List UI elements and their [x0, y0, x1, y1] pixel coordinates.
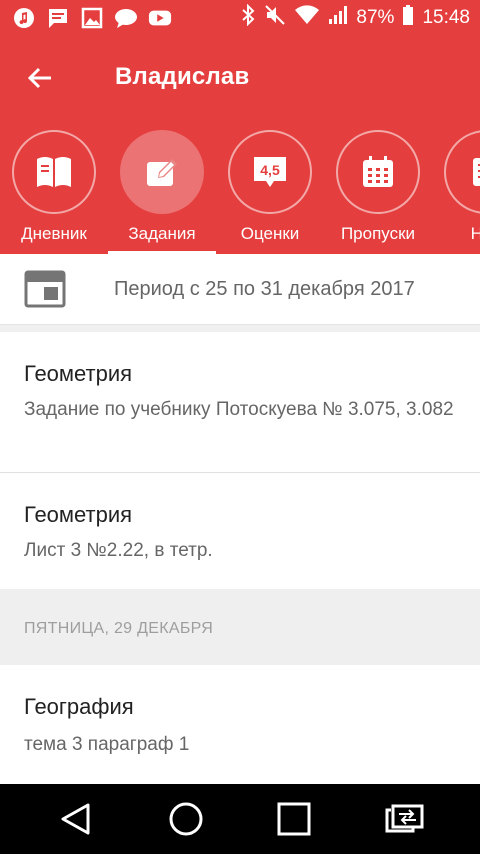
grade-icon: 4,5	[254, 157, 286, 187]
nav-back-button[interactable]	[52, 797, 100, 841]
tab-label: Дневник	[21, 224, 87, 243]
mute-icon	[264, 4, 286, 32]
tab-icon-circle	[336, 130, 420, 214]
clock: 15:48	[422, 7, 470, 28]
tab-label: Нов	[470, 224, 480, 243]
assignment-subject: География	[24, 694, 134, 719]
nav-home-button[interactable]	[162, 797, 210, 841]
period-text: Период с 25 по 31 декабря 2017	[114, 278, 415, 300]
status-bar: 87% 15:48	[0, 0, 480, 36]
day-header-label: ПЯТНИЦА, 29 ДЕКАБРЯ	[24, 620, 214, 637]
tab-grades[interactable]: 4,5 Оценки	[216, 120, 324, 254]
tab-label: Пропуски	[340, 224, 416, 243]
bluetooth-icon	[240, 3, 256, 32]
tab-icon-circle	[12, 130, 96, 214]
tab-label: Задания	[128, 224, 196, 243]
nav-recents-button[interactable]	[270, 797, 318, 841]
page-title: Владислав	[115, 63, 250, 90]
battery-icon	[402, 4, 414, 32]
assignment-subject: Геометрия	[24, 361, 133, 386]
assignment-description: Задание по учебнику Потоскуева № 3.075, …	[24, 399, 454, 420]
tab-icon-circle: 4,5	[228, 130, 312, 214]
recents-square-icon	[277, 802, 311, 836]
calendar-icon	[363, 156, 393, 187]
system-status: 87% 15:48	[240, 0, 470, 36]
calendar-week-icon[interactable]	[24, 270, 66, 308]
tab-label: Оценки	[240, 224, 300, 243]
grade-icon-text: 4,5	[260, 162, 280, 178]
assignment-card[interactable]: Геометрия Задание по учебнику Потоскуева…	[0, 332, 480, 472]
assignment-card[interactable]: География тема 3 параграф 1	[0, 665, 480, 784]
tab-assignments[interactable]: Задания	[108, 120, 216, 254]
music-icon	[12, 6, 36, 30]
tab-icon-circle	[120, 130, 204, 214]
book-icon	[37, 157, 71, 187]
home-circle-icon	[169, 802, 203, 836]
assignment-subject: Геометрия	[24, 502, 133, 527]
switch-apps-icon	[385, 804, 424, 833]
notification-icons	[12, 6, 172, 30]
image-icon	[80, 6, 104, 30]
message-icon	[46, 6, 70, 30]
assignment-description: Лист 3 №2.22, в тетр.	[24, 540, 213, 561]
back-triangle-icon	[61, 803, 90, 835]
period-selector[interactable]: Период с 25 по 31 декабря 2017	[0, 254, 480, 325]
nav-switch-apps-button[interactable]	[380, 797, 428, 841]
system-nav-bar	[0, 784, 480, 854]
arrow-left-icon	[27, 67, 51, 89]
wifi-icon	[294, 4, 320, 32]
tab-icon-circle	[444, 130, 480, 214]
signal-icon	[328, 4, 348, 32]
app-bar: Владислав	[0, 36, 480, 120]
chat-icon	[114, 6, 138, 30]
day-section-header: ПЯТНИЦА, 29 ДЕКАБРЯ	[0, 589, 480, 665]
youtube-icon	[148, 6, 172, 30]
edit-icon	[147, 159, 177, 186]
battery-percent: 87%	[356, 7, 395, 28]
assignment-description: тема 3 параграф 1	[24, 734, 190, 755]
back-button[interactable]	[20, 58, 60, 98]
section-tabs: Дневник Задания 4,5 Оценки Пропуски Н	[0, 120, 480, 254]
news-icon	[473, 158, 480, 186]
assignment-card[interactable]: Геометрия Лист 3 №2.22, в тетр.	[0, 473, 480, 589]
tab-news[interactable]: Нов	[432, 120, 480, 254]
tab-diary[interactable]: Дневник	[0, 120, 108, 254]
tab-absences[interactable]: Пропуски	[324, 120, 432, 254]
